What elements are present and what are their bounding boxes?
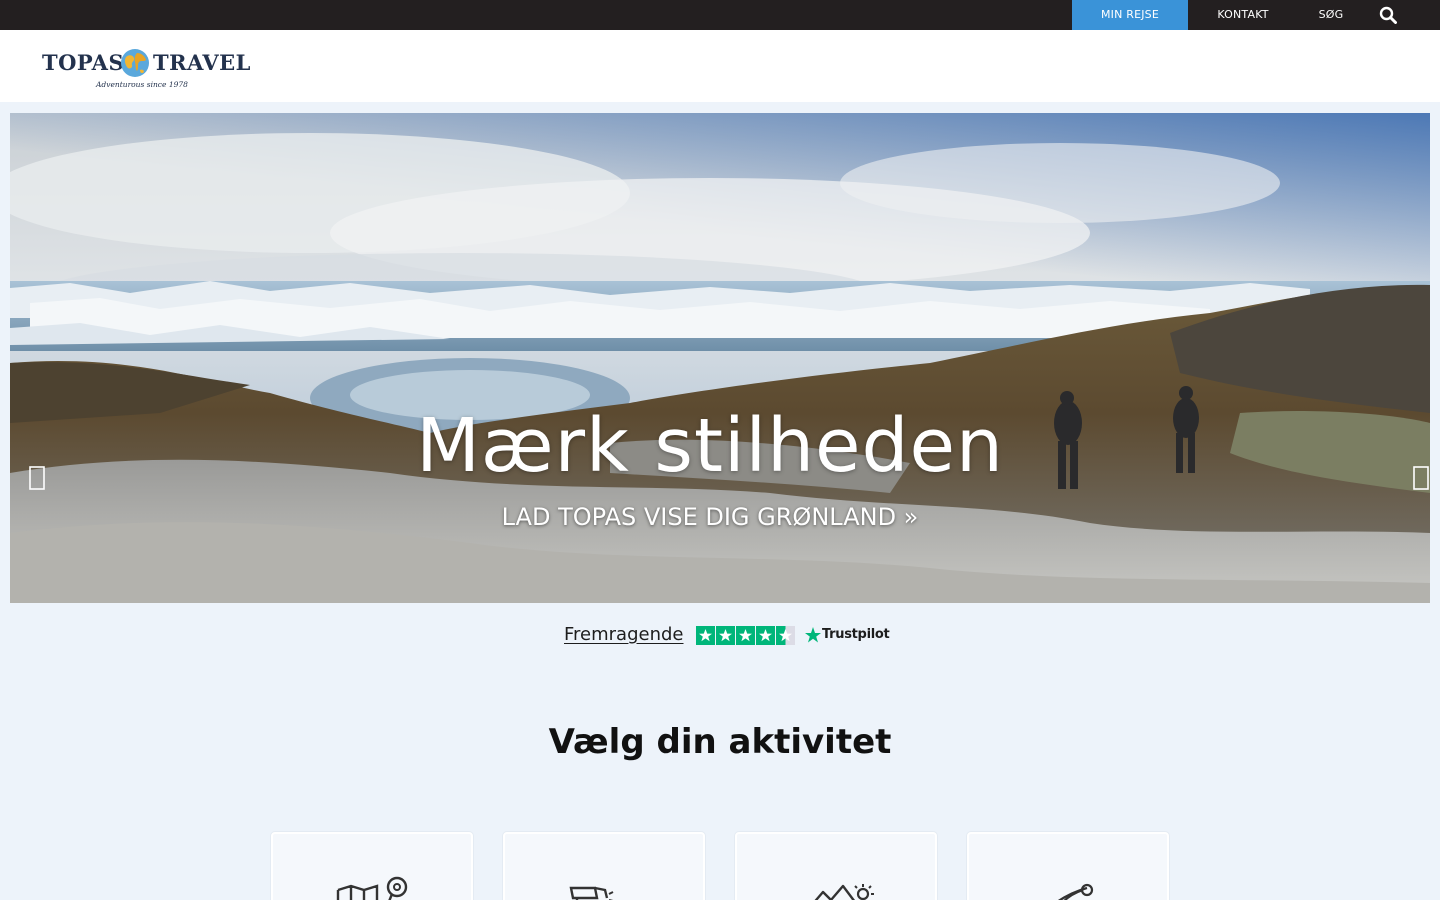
activity-card-kayak[interactable] xyxy=(967,832,1169,900)
mountain-sun-icon xyxy=(814,884,874,900)
logo-tagline: Adventurous since 1978 xyxy=(96,80,188,89)
bicycle-icon xyxy=(569,886,614,900)
logo-word-travel: TRAVEL xyxy=(153,50,251,75)
activity-card-mountain[interactable] xyxy=(735,832,937,900)
kontakt-link[interactable]: KONTAKT xyxy=(1188,0,1298,30)
trustpilot-rating-label[interactable]: Fremragende xyxy=(564,624,684,645)
kayak-icon xyxy=(1057,883,1094,900)
hero-title: Mærk stilheden xyxy=(416,403,1004,489)
min-rejse-link[interactable]: MIN REJSE xyxy=(1072,0,1188,30)
activity-card-cycling[interactable] xyxy=(503,832,705,900)
section-title: Vælg din aktivitet xyxy=(548,722,892,762)
trustpilot-brand: Trustpilot xyxy=(822,627,890,642)
globe-icon xyxy=(121,49,149,77)
search-icon[interactable] xyxy=(1372,0,1404,30)
trustpilot-stars[interactable] xyxy=(696,626,796,646)
hero-cta-link[interactable]: LAD TOPAS VISE DIG GRØNLAND » xyxy=(0,503,1430,531)
map-pin-icon xyxy=(336,876,408,900)
topas-travel-logo[interactable]: TOPAS TRAVEL Adventurous since 1978 xyxy=(42,46,252,94)
trustpilot-widget: Fremragende Trustpilot xyxy=(0,622,1440,650)
site-header: TOPAS TRAVEL Adventurous since 1978 xyxy=(0,30,1440,102)
search-link[interactable]: SØG xyxy=(1298,0,1364,30)
logo-word-topas: TOPAS xyxy=(42,50,125,75)
trustpilot-logo-star-icon xyxy=(805,627,821,643)
top-utility-bar: MIN REJSE KONTAKT SØG xyxy=(0,0,1440,30)
activity-card-map[interactable] xyxy=(271,832,473,900)
